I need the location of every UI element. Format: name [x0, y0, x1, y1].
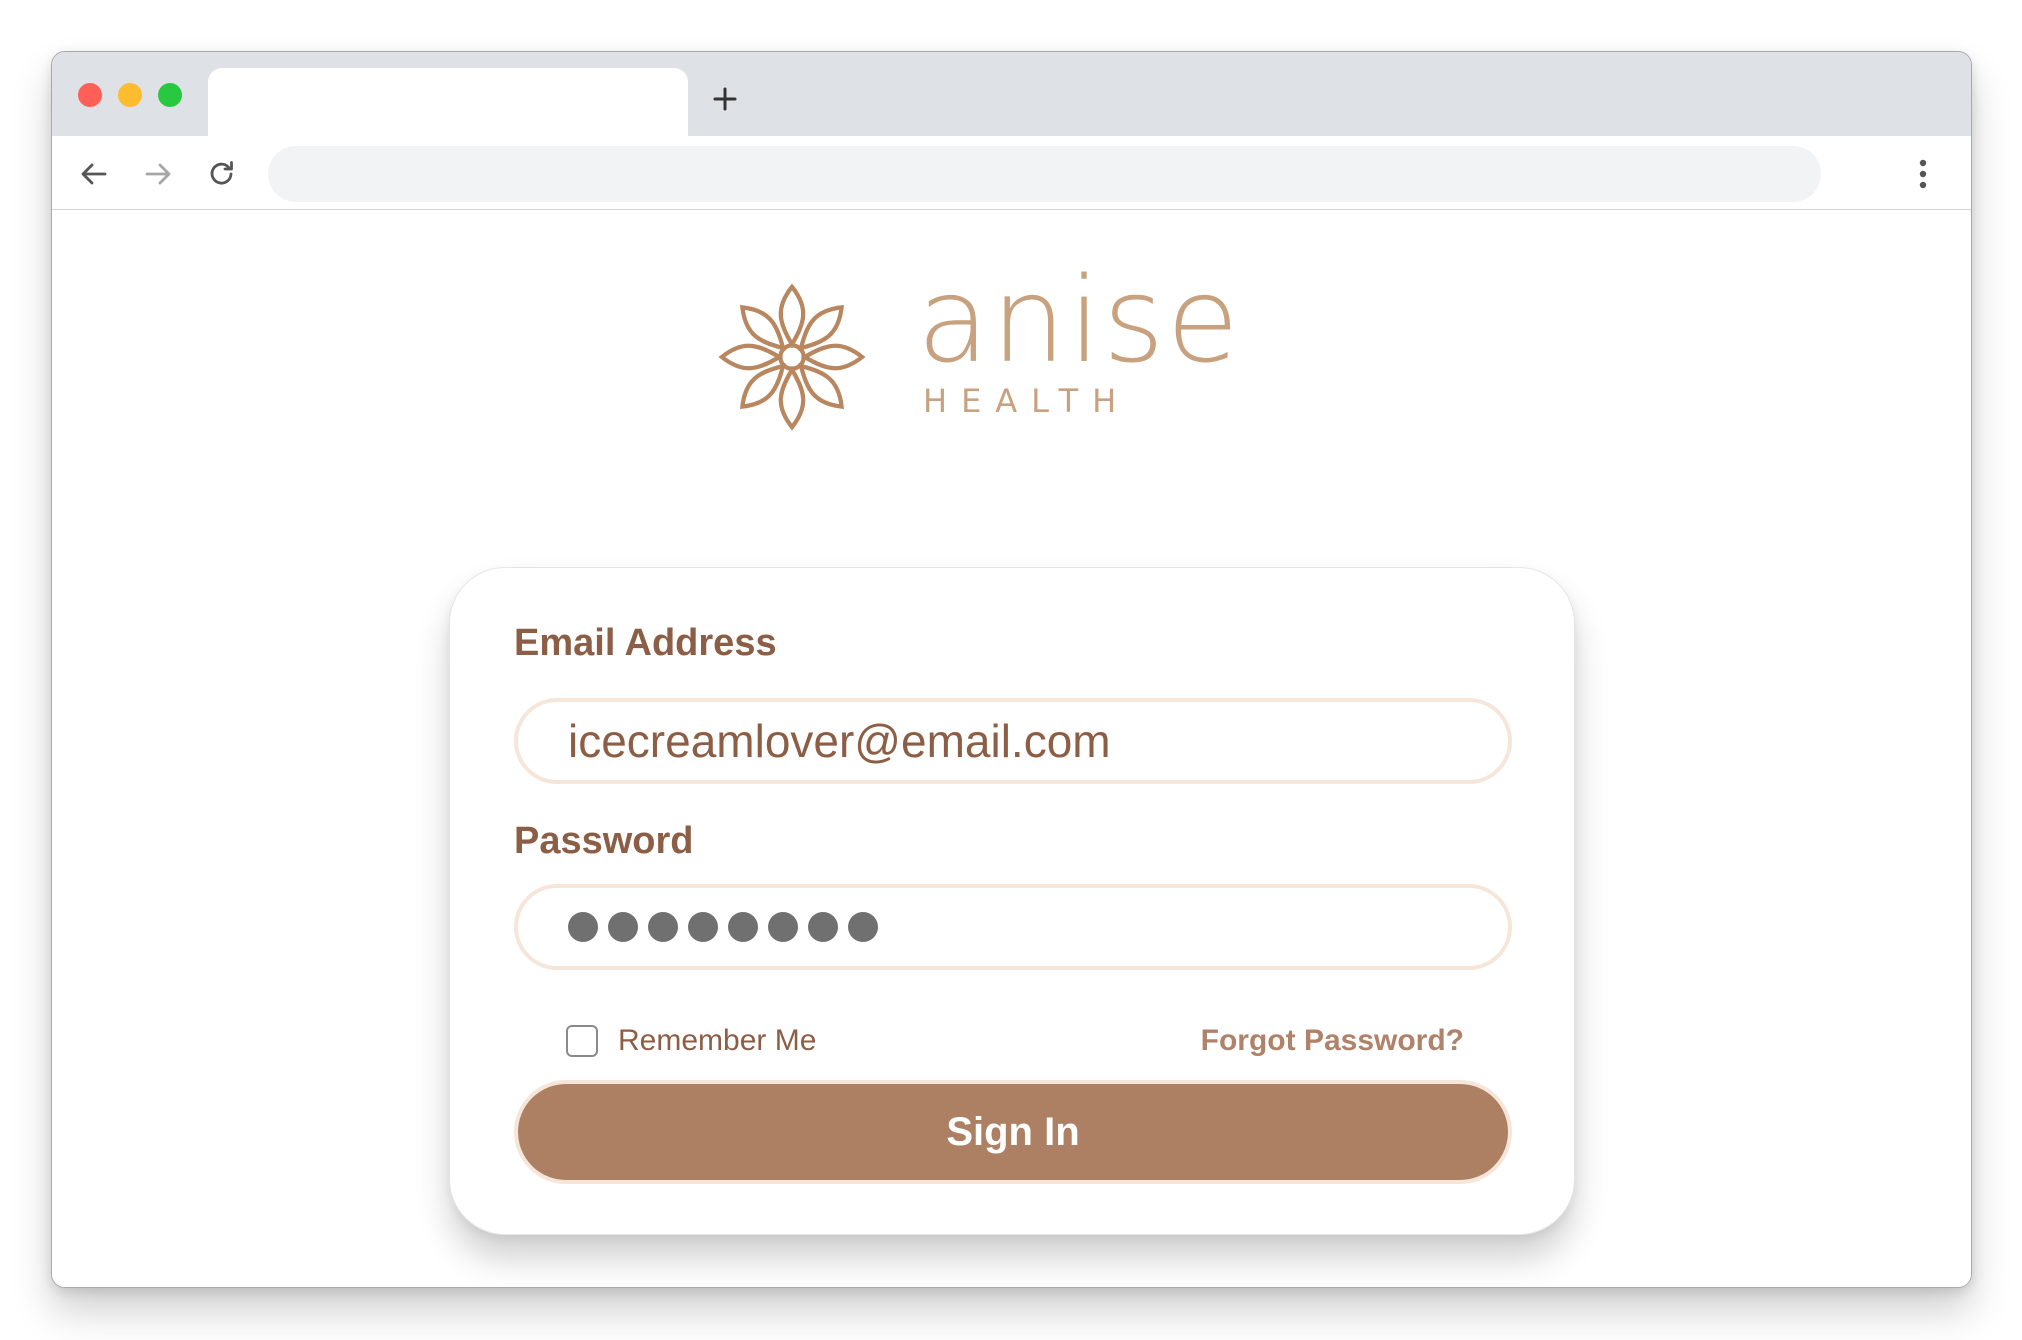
- browser-toolbar: [52, 136, 1971, 210]
- password-mask: [568, 912, 878, 942]
- browser-tab[interactable]: [208, 68, 688, 136]
- password-mask-dot: [608, 912, 638, 942]
- remember-me-checkbox[interactable]: [566, 1025, 598, 1057]
- password-field[interactable]: [514, 884, 1512, 970]
- reload-button[interactable]: [202, 154, 242, 194]
- browser-menu-button[interactable]: [1908, 156, 1938, 192]
- flower-icon: [707, 283, 877, 437]
- page-content: anise HEALTH Email Address icecreamlover…: [52, 211, 1971, 1287]
- password-mask-dot: [768, 912, 798, 942]
- arrow-left-icon: [81, 163, 107, 185]
- email-field[interactable]: icecreamlover@email.com: [514, 698, 1512, 784]
- tab-bar: [52, 52, 1971, 136]
- password-mask-dot: [568, 912, 598, 942]
- login-card: Email Address icecreamlover@email.com Pa…: [449, 567, 1575, 1235]
- address-bar[interactable]: [268, 146, 1821, 202]
- remember-me-label: Remember Me: [618, 1024, 817, 1057]
- brand-name: anise: [917, 251, 1241, 389]
- forgot-password-link[interactable]: Forgot Password?: [1201, 1024, 1464, 1058]
- browser-window: anise HEALTH Email Address icecreamlover…: [51, 51, 1972, 1288]
- sign-in-button[interactable]: Sign In: [514, 1080, 1512, 1184]
- remember-me[interactable]: Remember Me: [566, 1024, 816, 1058]
- password-mask-dot: [688, 912, 718, 942]
- reload-icon: [210, 161, 233, 185]
- brand-tagline: HEALTH: [923, 382, 1131, 420]
- back-button[interactable]: [74, 154, 114, 194]
- anise-health-logo: anise HEALTH: [707, 261, 1239, 437]
- close-window-button[interactable]: [78, 83, 102, 107]
- password-mask-dot: [848, 912, 878, 942]
- arrow-right-icon: [145, 163, 171, 185]
- password-label: Password: [514, 820, 694, 862]
- password-mask-dot: [808, 912, 838, 942]
- minimize-window-button[interactable]: [118, 83, 142, 107]
- kebab-menu-icon: [1919, 159, 1927, 189]
- password-mask-dot: [728, 912, 758, 942]
- maximize-window-button[interactable]: [158, 83, 182, 107]
- password-mask-dot: [648, 912, 678, 942]
- forward-button[interactable]: [138, 154, 178, 194]
- email-label: Email Address: [514, 622, 777, 664]
- plus-icon: [713, 87, 737, 111]
- new-tab-button[interactable]: [708, 82, 742, 116]
- email-value: icecreamlover@email.com: [568, 715, 1111, 767]
